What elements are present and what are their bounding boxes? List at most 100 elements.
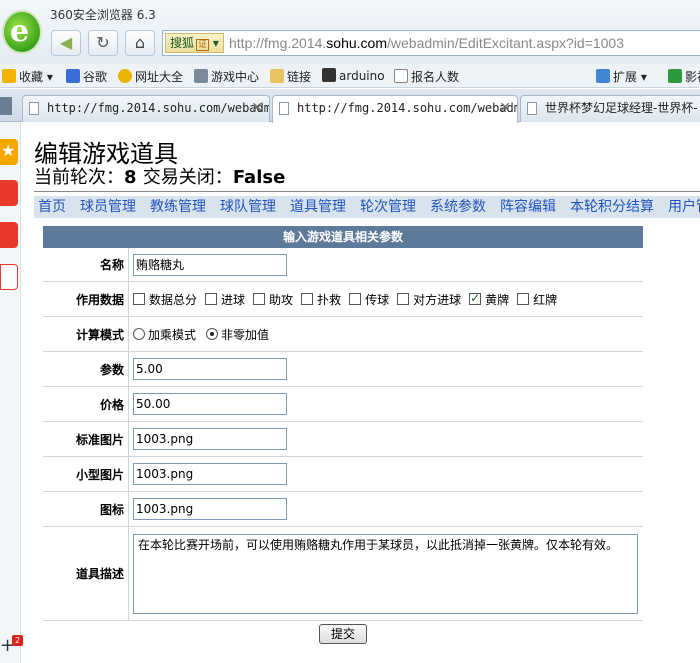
bookmark-video[interactable]: 影视 — [668, 68, 700, 85]
back-button[interactable]: ◀ — [51, 30, 81, 56]
tab-worldcup[interactable]: 世界杯梦幻足球经理-世界杯- — [520, 95, 700, 122]
bookmark-url-directory[interactable]: 网址大全 — [118, 68, 183, 85]
bookmark-game-center[interactable]: 游戏中心 — [194, 68, 259, 85]
tab-label: http://fmg.2014.sohu.com/webadmin — [47, 101, 270, 115]
checkbox[interactable] — [253, 293, 266, 305]
data-checkbox-group: 数据总分 进球 助攻 扑救 传球 对方进球 黄牌 红牌 — [133, 282, 565, 316]
weibo-icon[interactable] — [0, 222, 18, 248]
radio-checked[interactable] — [206, 328, 219, 340]
checkbox-opponent-goals[interactable]: 对方进球 — [397, 291, 461, 308]
icon-label: 图标 — [43, 492, 129, 526]
form-row-name: 名称 — [43, 248, 643, 282]
home-button[interactable]: ⌂ — [125, 30, 155, 56]
arduino-icon — [322, 68, 336, 82]
small-image-label: 小型图片 — [43, 457, 129, 491]
bookmark-links[interactable]: 链接 — [270, 68, 311, 85]
data-label: 作用数据 — [43, 282, 129, 316]
address-bar[interactable]: 搜狐证 ▾ http://fmg.2014.sohu.com/webadmin/… — [162, 30, 700, 56]
param-input[interactable] — [133, 358, 287, 380]
menu-coaches[interactable]: 教练管理 — [150, 196, 206, 218]
round-status: 当前轮次：8 交易关闭：False — [34, 163, 285, 189]
menu-teams[interactable]: 球队管理 — [220, 196, 276, 218]
form-row-description: 道具描述 在本轮比赛开场前，可以使用贿赂糖丸作用于某球员，以此抵消掉一张黄牌。仅… — [43, 527, 643, 621]
description-label: 道具描述 — [43, 527, 129, 620]
icon-input[interactable] — [133, 498, 287, 520]
play-icon — [668, 69, 682, 83]
refresh-button[interactable]: ↻ — [88, 30, 118, 56]
menu-system-params[interactable]: 系统参数 — [430, 196, 486, 218]
admin-menu: 首页球员管理教练管理球队管理道具管理轮次管理系统参数阵容编辑本轮积分结算用户管 — [34, 196, 700, 218]
description-textarea[interactable]: 在本轮比赛开场前，可以使用贿赂糖丸作用于某球员，以此抵消掉一张黄牌。仅本轮有效。 — [133, 533, 638, 614]
form-row-std-image: 标准图片 — [43, 422, 643, 457]
checkbox[interactable] — [517, 293, 530, 305]
form-row-data: 作用数据 数据总分 进球 助攻 扑救 传球 对方进球 黄牌 红牌 — [43, 282, 643, 317]
checkbox[interactable] — [133, 293, 145, 305]
form-header: 输入游戏道具相关参数 — [43, 226, 643, 248]
browser-logo-icon: e — [2, 10, 42, 54]
tab-label: http://fmg.2014.sohu.com/webadmin — [297, 101, 518, 115]
mall-icon[interactable] — [0, 180, 18, 206]
checkbox[interactable] — [301, 293, 314, 305]
round-value: 8 — [124, 167, 137, 188]
favorites-star-icon[interactable] — [0, 139, 18, 165]
menu-home[interactable]: 首页 — [38, 196, 66, 218]
price-input[interactable] — [133, 393, 287, 415]
tab-label: 世界杯梦幻足球经理-世界杯- — [545, 101, 698, 115]
google-icon — [66, 69, 80, 83]
checkbox-red-card[interactable]: 红牌 — [517, 291, 557, 308]
checkbox-goals[interactable]: 进球 — [205, 291, 245, 308]
tab-webadmin-1[interactable]: http://fmg.2014.sohu.com/webadmin ✕ — [22, 95, 270, 122]
close-icon[interactable]: ✕ — [499, 96, 511, 120]
menu-score-settlement[interactable]: 本轮积分结算 — [570, 196, 654, 218]
sidebar-toggle-icon[interactable] — [0, 97, 12, 115]
page-icon — [279, 102, 289, 115]
checkbox-saves[interactable]: 扑救 — [301, 291, 341, 308]
close-icon[interactable]: ✕ — [251, 96, 263, 120]
page-icon — [29, 102, 39, 115]
param-label: 参数 — [43, 352, 129, 386]
checkbox[interactable] — [397, 293, 410, 305]
folder-icon — [270, 69, 284, 83]
radio[interactable] — [133, 328, 145, 340]
submit-button[interactable]: 提交 — [319, 624, 367, 644]
globe-icon — [118, 69, 132, 83]
menu-users[interactable]: 用户管 — [668, 196, 700, 218]
menu-players[interactable]: 球员管理 — [80, 196, 136, 218]
bookmark-extensions[interactable]: 扩展 ▾ — [596, 68, 647, 85]
std-image-input[interactable] — [133, 428, 287, 450]
search-engine-label: 搜狐 — [170, 36, 195, 50]
checkbox-assists[interactable]: 助攻 — [253, 291, 293, 308]
bookmark-google[interactable]: 谷歌 — [66, 68, 107, 85]
app-title: 360安全浏览器 6.3 — [50, 8, 156, 22]
divider — [34, 191, 700, 192]
name-input[interactable] — [133, 253, 287, 276]
mail-icon[interactable] — [0, 264, 18, 290]
checkbox-checked[interactable] — [469, 291, 482, 305]
menu-lineup[interactable]: 阵容编辑 — [500, 196, 556, 218]
form-row-param: 参数 — [43, 352, 643, 387]
browser-titlebar: e 360安全浏览器 6.3 ◀ ↻ ⌂ 搜狐证 ▾ http://fmg.20… — [0, 0, 700, 64]
small-image-input[interactable] — [133, 463, 287, 485]
trade-label: 交易关闭： — [142, 167, 233, 188]
radio-nonzero-add[interactable]: 非零加值 — [206, 326, 269, 343]
checkbox[interactable] — [205, 293, 218, 305]
bookmark-arduino[interactable]: arduino — [322, 68, 385, 83]
page-icon — [394, 69, 408, 83]
url-text[interactable]: http://fmg.2014.sohu.com/webadmin/EditEx… — [229, 35, 624, 51]
bookmark-signups[interactable]: 报名人数 — [394, 68, 459, 85]
search-engine-selector[interactable]: 搜狐证 ▾ — [165, 33, 224, 53]
checkbox-total-score[interactable]: 数据总分 — [133, 291, 197, 308]
checkbox[interactable] — [349, 293, 362, 305]
menu-items[interactable]: 道具管理 — [290, 196, 346, 218]
std-image-label: 标准图片 — [43, 422, 129, 456]
page-content: 编辑游戏道具 当前轮次：8 交易关闭：False 首页 球员管理 教练管理 球队管理道… — [22, 122, 700, 663]
checkbox-yellow-card[interactable]: 黄牌 — [469, 291, 509, 308]
menu-rounds[interactable]: 轮次管理 — [360, 196, 416, 218]
bookmark-favorites[interactable]: 收藏 ▾ — [2, 68, 53, 85]
form-row-price: 价格 — [43, 387, 643, 422]
tab-webadmin-2[interactable]: http://fmg.2014.sohu.com/webadmin ✕ — [272, 95, 518, 123]
security-shield-icon: 证 — [196, 39, 210, 51]
chevron-down-icon: ▾ — [212, 36, 219, 50]
checkbox-passes[interactable]: 传球 — [349, 291, 389, 308]
radio-multiply-mode[interactable]: 加乘模式 — [133, 326, 196, 343]
